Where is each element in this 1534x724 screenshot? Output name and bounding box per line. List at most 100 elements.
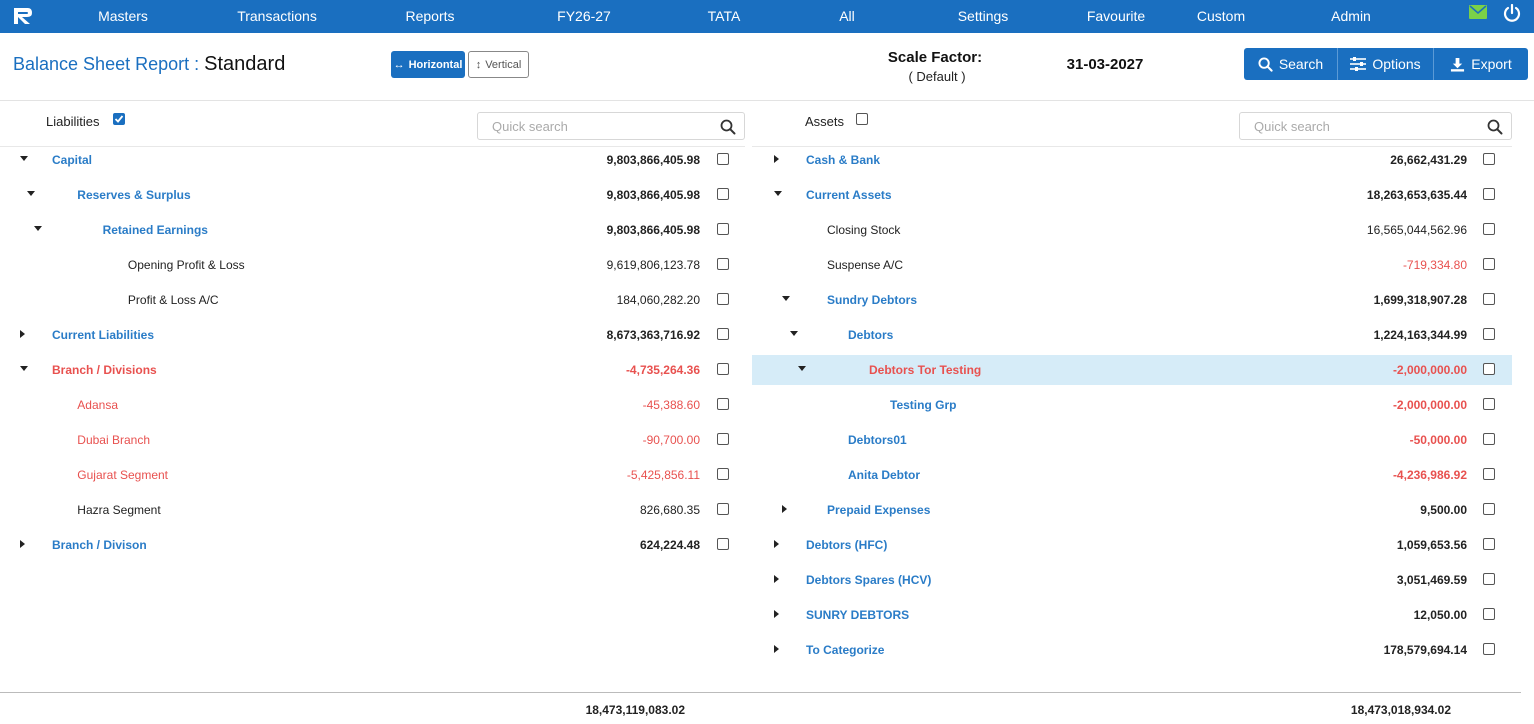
nav-financial-year[interactable]: FY26-27 [557, 8, 611, 24]
liabilities-tree-row[interactable]: Branch / Divisions -4,735,264.36 [0, 355, 745, 385]
liabilities-tree-row[interactable]: Retained Earnings 9,803,866,405.98 [0, 215, 745, 245]
liabilities-tree-row[interactable]: Capital 9,803,866,405.98 [0, 145, 745, 175]
assets-row-name[interactable]: Anita Debtor [848, 468, 920, 482]
assets-tree-row[interactable]: Debtors Spares (HCV) 3,051,469.59 [752, 565, 1512, 595]
assets-row-checkbox[interactable] [1483, 328, 1495, 340]
search-icon[interactable] [720, 119, 736, 135]
liabilities-tree-row[interactable]: Opening Profit & Loss 9,619,806,123.78 [0, 250, 745, 280]
liabilities-row-checkbox[interactable] [717, 293, 729, 305]
assets-row-name[interactable]: Suspense A/C [827, 258, 903, 272]
liabilities-row-name[interactable]: Reserves & Surplus [77, 188, 190, 202]
caret-down-icon[interactable] [34, 226, 42, 231]
assets-checkbox[interactable] [856, 113, 868, 125]
liabilities-tree-row[interactable]: Current Liabilities 8,673,363,716.92 [0, 320, 745, 350]
assets-row-checkbox[interactable] [1483, 503, 1495, 515]
search-icon[interactable] [1487, 119, 1503, 135]
liabilities-row-checkbox[interactable] [717, 468, 729, 480]
liabilities-row-checkbox[interactable] [717, 503, 729, 515]
liabilities-row-checkbox[interactable] [717, 363, 729, 375]
liabilities-row-name[interactable]: Adansa [77, 398, 118, 412]
assets-row-checkbox[interactable] [1483, 398, 1495, 410]
liabilities-tree-row[interactable]: Hazra Segment 826,680.35 [0, 495, 745, 525]
liabilities-row-checkbox[interactable] [717, 153, 729, 165]
liabilities-row-name[interactable]: Opening Profit & Loss [128, 258, 245, 272]
caret-down-icon[interactable] [782, 296, 790, 301]
search-button[interactable]: Search [1244, 48, 1338, 80]
liabilities-row-checkbox[interactable] [717, 538, 729, 550]
scale-factor-value[interactable]: ( Default ) [908, 69, 965, 84]
nav-company[interactable]: TATA [708, 8, 741, 24]
caret-right-icon[interactable] [774, 155, 779, 163]
caret-down-icon[interactable] [20, 156, 28, 161]
liabilities-row-checkbox[interactable] [717, 433, 729, 445]
assets-row-name[interactable]: SUNRY DEBTORS [806, 608, 909, 622]
assets-row-checkbox[interactable] [1483, 223, 1495, 235]
caret-down-icon[interactable] [798, 366, 806, 371]
assets-tree-row[interactable]: Debtors (HFC) 1,059,653.56 [752, 530, 1512, 560]
caret-down-icon[interactable] [27, 191, 35, 196]
liabilities-row-checkbox[interactable] [717, 258, 729, 270]
mail-icon[interactable] [1469, 5, 1487, 19]
caret-right-icon[interactable] [20, 540, 25, 548]
liabilities-tree-row[interactable]: Dubai Branch -90,700.00 [0, 425, 745, 455]
horizontal-view-button[interactable]: ↔ Horizontal [391, 51, 465, 78]
vertical-view-button[interactable]: ↕ Vertical [468, 51, 529, 78]
liabilities-checkbox[interactable] [113, 113, 125, 125]
liabilities-row-name[interactable]: Current Liabilities [52, 328, 154, 342]
assets-tree-row[interactable]: Debtors Tor Testing -2,000,000.00 [752, 355, 1512, 385]
nav-favourite[interactable]: Favourite [1087, 8, 1145, 24]
liabilities-row-name[interactable]: Profit & Loss A/C [128, 293, 219, 307]
assets-row-checkbox[interactable] [1483, 153, 1495, 165]
liabilities-row-checkbox[interactable] [717, 188, 729, 200]
assets-row-name[interactable]: To Categorize [806, 643, 884, 657]
nav-settings[interactable]: Settings [958, 8, 1009, 24]
assets-row-checkbox[interactable] [1483, 608, 1495, 620]
assets-quick-search[interactable]: Quick search [1239, 112, 1512, 140]
assets-row-checkbox[interactable] [1483, 433, 1495, 445]
assets-tree-row[interactable]: Sundry Debtors 1,699,318,907.28 [752, 285, 1512, 315]
options-button[interactable]: Options [1338, 48, 1434, 80]
assets-row-name[interactable]: Closing Stock [827, 223, 900, 237]
assets-row-checkbox[interactable] [1483, 293, 1495, 305]
liabilities-row-name[interactable]: Gujarat Segment [77, 468, 168, 482]
liabilities-row-name[interactable]: Capital [52, 153, 92, 167]
liabilities-tree-row[interactable]: Reserves & Surplus 9,803,866,405.98 [0, 180, 745, 210]
assets-row-checkbox[interactable] [1483, 188, 1495, 200]
nav-transactions[interactable]: Transactions [237, 8, 317, 24]
assets-tree-row[interactable]: To Categorize 178,579,694.14 [752, 635, 1512, 665]
liabilities-row-checkbox[interactable] [717, 328, 729, 340]
liabilities-tree-row[interactable]: Branch / Divison 624,224.48 [0, 530, 745, 560]
assets-tree-row[interactable]: Current Assets 18,263,653,635.44 [752, 180, 1512, 210]
assets-row-checkbox[interactable] [1483, 468, 1495, 480]
nav-masters[interactable]: Masters [98, 8, 148, 24]
assets-tree-row[interactable]: Debtors 1,224,163,344.99 [752, 320, 1512, 350]
assets-row-name[interactable]: Testing Grp [890, 398, 956, 412]
assets-tree-row[interactable]: Prepaid Expenses 9,500.00 [752, 495, 1512, 525]
caret-right-icon[interactable] [782, 505, 787, 513]
caret-right-icon[interactable] [774, 645, 779, 653]
assets-tree-row[interactable]: Debtors01 -50,000.00 [752, 425, 1512, 455]
caret-down-icon[interactable] [20, 366, 28, 371]
caret-right-icon[interactable] [774, 575, 779, 583]
assets-row-checkbox[interactable] [1483, 643, 1495, 655]
liabilities-row-checkbox[interactable] [717, 223, 729, 235]
assets-row-checkbox[interactable] [1483, 573, 1495, 585]
assets-tree-row[interactable]: Closing Stock 16,565,044,562.96 [752, 215, 1512, 245]
caret-right-icon[interactable] [20, 330, 25, 338]
assets-row-checkbox[interactable] [1483, 258, 1495, 270]
assets-row-name[interactable]: Debtors Spares (HCV) [806, 573, 931, 587]
assets-tree-row[interactable]: Suspense A/C -719,334.80 [752, 250, 1512, 280]
liabilities-row-name[interactable]: Retained Earnings [103, 223, 208, 237]
assets-tree-row[interactable]: Anita Debtor -4,236,986.92 [752, 460, 1512, 490]
nav-branch-filter[interactable]: All [839, 8, 855, 24]
assets-row-name[interactable]: Debtors01 [848, 433, 907, 447]
assets-tree-row[interactable]: Testing Grp -2,000,000.00 [752, 390, 1512, 420]
assets-row-name[interactable]: Current Assets [806, 188, 892, 202]
assets-tree-row[interactable]: SUNRY DEBTORS 12,050.00 [752, 600, 1512, 630]
assets-row-name[interactable]: Sundry Debtors [827, 293, 917, 307]
assets-row-name[interactable]: Debtors (HFC) [806, 538, 887, 552]
liabilities-tree-row[interactable]: Profit & Loss A/C 184,060,282.20 [0, 285, 745, 315]
power-icon[interactable] [1503, 4, 1521, 22]
assets-row-checkbox[interactable] [1483, 538, 1495, 550]
caret-down-icon[interactable] [790, 331, 798, 336]
